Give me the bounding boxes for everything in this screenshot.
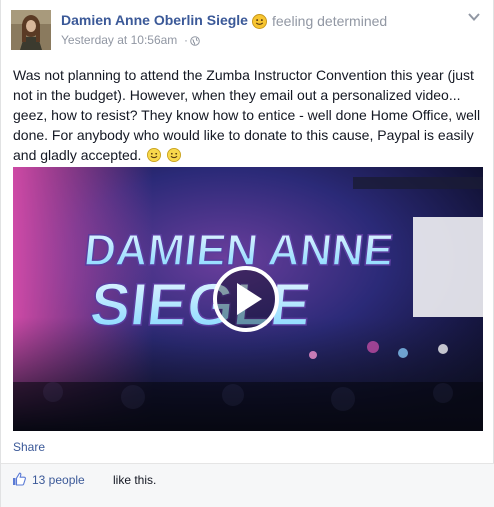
post-header: Damien Anne Oberlin Siegle feeling deter…	[1, 0, 494, 58]
video-thumbnail: DAMIEN ANNE SIEGLE	[13, 167, 483, 431]
video-player[interactable]: DAMIEN ANNE SIEGLE	[13, 167, 483, 431]
timestamp-separator: ·	[184, 33, 188, 47]
feeling-text: feeling determined	[272, 13, 388, 29]
post-timestamp-link[interactable]: Yesterday at 10:56am	[61, 33, 177, 47]
chevron-down-icon[interactable]	[467, 12, 481, 22]
feed-post: Damien Anne Oberlin Siegle feeling deter…	[0, 0, 494, 507]
likes-bar: 13 people like this.	[1, 464, 494, 507]
post-body-text: Was not planning to attend the Zumba Ins…	[13, 67, 481, 163]
globe-icon[interactable]	[190, 36, 200, 46]
likes-suffix: like this.	[113, 473, 157, 487]
video-overlay-line2: SIEGLE	[87, 271, 314, 338]
smile-emoticon-icon	[147, 148, 162, 162]
author-name-link[interactable]: Damien Anne Oberlin Siegle	[61, 12, 248, 28]
likes-count-link[interactable]: 13 people	[32, 473, 85, 487]
author-avatar[interactable]	[11, 10, 51, 50]
post-body: Was not planning to attend the Zumba Ins…	[13, 65, 488, 165]
play-icon[interactable]	[213, 266, 279, 332]
share-link[interactable]: Share	[13, 440, 45, 454]
smiley-icon	[252, 14, 267, 29]
thumbs-up-icon	[13, 472, 26, 486]
smile-emoticon-icon	[167, 148, 182, 162]
